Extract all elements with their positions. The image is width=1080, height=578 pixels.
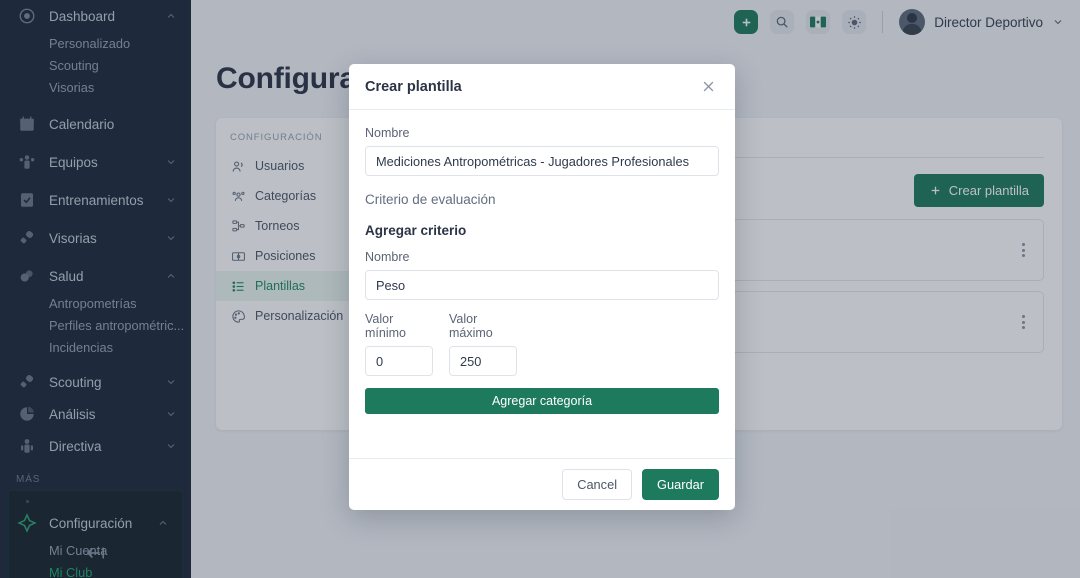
- create-template-modal: Crear plantilla Nombre Criterio de evalu…: [349, 64, 735, 510]
- modal-footer: Cancel Guardar: [349, 458, 735, 510]
- add-criteria-heading: Agregar criterio: [365, 223, 719, 238]
- template-name-input[interactable]: [365, 146, 719, 176]
- modal-body: Nombre Criterio de evaluación Agregar cr…: [349, 110, 735, 458]
- modal-header: Crear plantilla: [349, 64, 735, 110]
- template-name-label: Nombre: [365, 126, 719, 140]
- criteria-range-row: Valor mínimo Valor máximo: [365, 312, 719, 376]
- modal-title: Crear plantilla: [365, 79, 462, 95]
- min-value-label: Valor mínimo: [365, 312, 433, 340]
- cancel-button[interactable]: Cancel: [562, 469, 632, 500]
- criteria-name-input[interactable]: [365, 270, 719, 300]
- save-button[interactable]: Guardar: [642, 469, 719, 500]
- criteria-section-label: Criterio de evaluación: [365, 192, 719, 207]
- close-icon[interactable]: [698, 76, 719, 97]
- max-value-input[interactable]: [449, 346, 517, 376]
- max-value-label: Valor máximo: [449, 312, 517, 340]
- min-value-group: Valor mínimo: [365, 312, 433, 376]
- add-category-button[interactable]: Agregar categoría: [365, 388, 719, 414]
- min-value-input[interactable]: [365, 346, 433, 376]
- criteria-name-label: Nombre: [365, 250, 719, 264]
- max-value-group: Valor máximo: [449, 312, 517, 376]
